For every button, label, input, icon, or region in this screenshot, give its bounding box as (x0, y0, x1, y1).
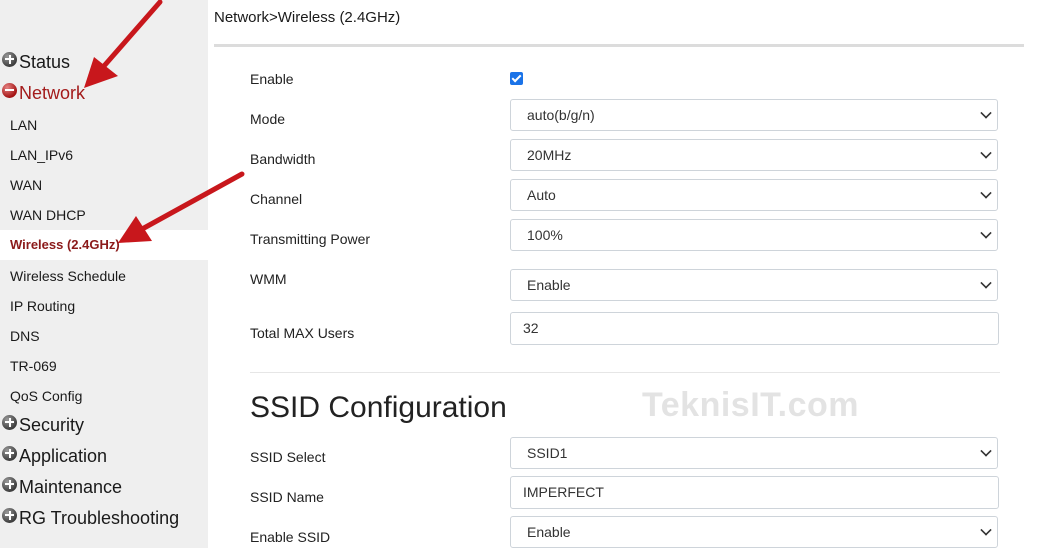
arrow-to-network (84, 0, 163, 88)
arrow-to-wireless (118, 171, 245, 243)
annotation-arrows (84, 0, 245, 243)
